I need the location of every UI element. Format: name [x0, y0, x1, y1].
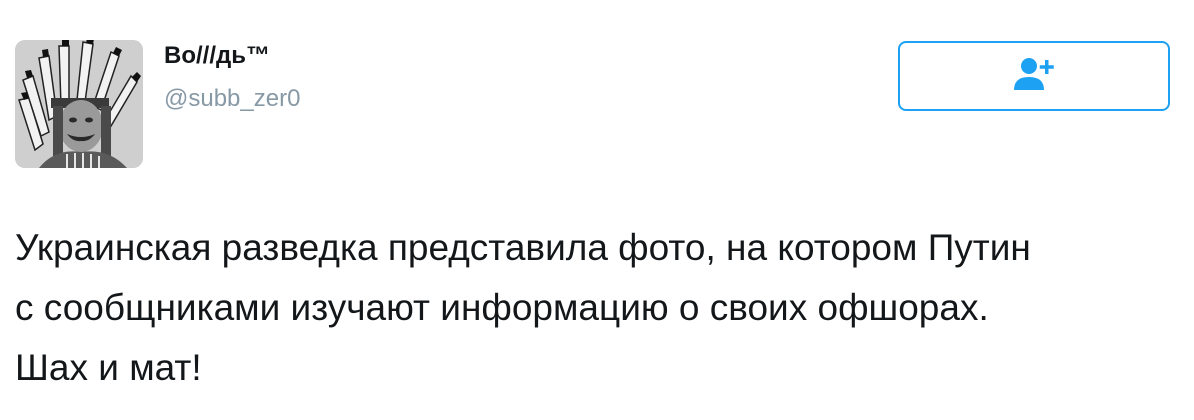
tweet-text: Украинская разведка представила фото, на… [15, 227, 1031, 388]
display-name[interactable]: Во///дь™ [164, 41, 270, 71]
follow-person-plus-icon [1012, 56, 1056, 97]
avatar-image [15, 40, 143, 168]
tweet-card: Во///дь™ @subb_zer0 Украинская разведка … [0, 0, 1194, 420]
avatar[interactable] [15, 40, 143, 168]
follow-button[interactable] [898, 41, 1170, 111]
user-handle[interactable]: @subb_zer0 [164, 84, 300, 114]
